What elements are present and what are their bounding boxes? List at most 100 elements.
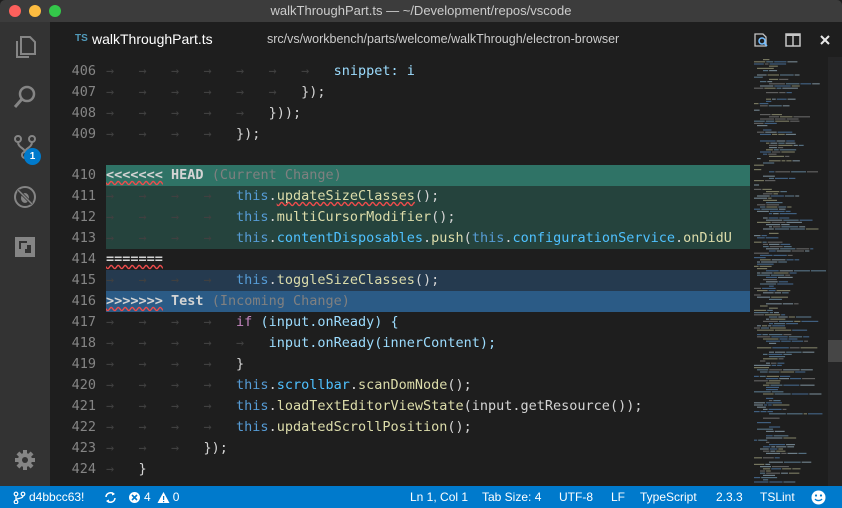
minimap-token bbox=[781, 151, 795, 153]
code-line[interactable]: 420 → → → → this.scrollbar.scanDomNode(); bbox=[50, 375, 750, 396]
code-line[interactable]: 407 → → → → → → }); bbox=[50, 82, 750, 103]
end-of-line[interactable]: LF bbox=[611, 486, 625, 508]
line-content: → → → → this.updatedScrollPosition(); bbox=[106, 417, 472, 438]
code-line[interactable]: 408 → → → → → })); bbox=[50, 103, 750, 124]
code-line[interactable]: 414 ======= bbox=[50, 249, 750, 270]
code-line[interactable]: 410 <<<<<<< HEAD (Current Change) bbox=[50, 165, 750, 186]
minimap-token bbox=[760, 254, 773, 256]
tab-file-name[interactable]: walkThroughPart.ts bbox=[92, 31, 213, 47]
property: configurationService bbox=[512, 230, 676, 246]
split-editor-button[interactable] bbox=[784, 31, 802, 49]
line-number: 411 bbox=[71, 188, 96, 204]
minimap-token bbox=[778, 281, 788, 283]
minimap-token bbox=[760, 466, 771, 468]
token: . bbox=[675, 230, 684, 246]
minimap-token bbox=[769, 323, 774, 325]
open-changes-button[interactable] bbox=[752, 31, 770, 49]
minimap-token bbox=[769, 250, 776, 252]
minimap-token bbox=[765, 237, 779, 239]
code-line[interactable]: 418 → → → → → input.onReady(innerContent)… bbox=[50, 333, 750, 354]
minimap-token bbox=[783, 437, 797, 439]
code-line[interactable]: 413 → → → → this.contentDisposables.push(… bbox=[50, 228, 750, 249]
minimap-token bbox=[787, 61, 798, 63]
minimap-token bbox=[769, 232, 779, 234]
typescript-version[interactable]: 2.3.3 bbox=[716, 486, 743, 508]
minimap-token bbox=[770, 327, 786, 329]
git-branch-status[interactable]: d4bbcc63! bbox=[13, 486, 84, 508]
code-line[interactable]: 412 → → → → this.multiCursorModifier(); bbox=[50, 207, 750, 228]
split-editor-icon bbox=[785, 33, 801, 47]
minimap-token bbox=[763, 246, 769, 248]
minimap-token bbox=[754, 63, 764, 65]
vertical-scrollbar[interactable] bbox=[828, 57, 842, 486]
no-bug-icon bbox=[14, 186, 36, 208]
code-line[interactable]: 423 → → → }); bbox=[50, 438, 750, 459]
code-line[interactable]: 417 → → → → if (input.onReady) { bbox=[50, 312, 750, 333]
minimap-token bbox=[763, 292, 774, 294]
sync-button[interactable] bbox=[104, 486, 120, 508]
minimap-token bbox=[764, 63, 769, 65]
minimap-token bbox=[761, 261, 778, 263]
line-number: 406 bbox=[71, 63, 96, 79]
problems-status[interactable]: 4 0 bbox=[128, 486, 179, 508]
minimap-token bbox=[767, 411, 773, 413]
minimap-token bbox=[766, 98, 772, 100]
minimap-token bbox=[809, 393, 822, 395]
close-editor-button[interactable] bbox=[816, 31, 834, 49]
minimap-token bbox=[778, 316, 788, 318]
line-content: → } bbox=[106, 459, 147, 480]
language-mode[interactable]: TypeScript bbox=[640, 486, 697, 508]
minimap-token bbox=[760, 472, 766, 474]
activity-extensions[interactable] bbox=[0, 222, 50, 272]
code-line[interactable]: 419 → → → → } bbox=[50, 354, 750, 375]
minimap-token bbox=[787, 452, 798, 454]
line-content: >>>>>>> Test (Incoming Change) bbox=[106, 291, 350, 312]
minimap-token bbox=[796, 248, 810, 250]
minimap-token bbox=[757, 329, 774, 331]
tab-file-path: src/vs/workbench/parts/welcome/walkThrou… bbox=[267, 32, 620, 46]
code-line[interactable]: 409 → → → → }); bbox=[50, 124, 750, 145]
line-number: 420 bbox=[71, 377, 96, 393]
code-line[interactable]: 421 → → → → this.loadTextEditorViewState(… bbox=[50, 396, 750, 417]
minimap-token bbox=[757, 210, 769, 212]
scrollbar-thumb[interactable] bbox=[828, 340, 842, 362]
minimap-token bbox=[790, 378, 802, 380]
minimap-token bbox=[766, 92, 779, 94]
activity-manage[interactable] bbox=[0, 435, 50, 485]
minimap-token bbox=[776, 87, 782, 89]
minimap-token bbox=[777, 364, 782, 366]
minimap-token bbox=[777, 283, 794, 285]
encoding[interactable]: UTF-8 bbox=[559, 486, 593, 508]
code-line[interactable]: 424 → } bbox=[50, 459, 750, 480]
activity-source-control[interactable]: 1 bbox=[0, 122, 50, 172]
minimap-token bbox=[773, 213, 779, 215]
activity-search[interactable] bbox=[0, 72, 50, 122]
code-editor[interactable]: Accept Current Change | Accept Incoming … bbox=[50, 57, 750, 486]
token: . bbox=[268, 398, 277, 414]
activity-explorer[interactable] bbox=[0, 22, 50, 72]
minimap-token bbox=[766, 430, 774, 432]
feedback-button[interactable] bbox=[811, 486, 829, 508]
merge-conflict-codelens: Accept Current Change | Accept Incoming … bbox=[106, 147, 666, 183]
cursor-position[interactable]: Ln 1, Col 1 bbox=[410, 486, 468, 508]
activity-debug[interactable] bbox=[0, 172, 50, 222]
line-content: → → → → → → }); bbox=[106, 82, 325, 103]
code-line[interactable]: 422 → → → → this.updatedScrollPosition(); bbox=[50, 417, 750, 438]
minimap-token bbox=[786, 323, 799, 325]
minimap-token bbox=[771, 446, 776, 448]
minimap-token bbox=[766, 375, 779, 377]
minimap-token bbox=[754, 241, 762, 243]
code-line[interactable]: 406 → → → → → → → snippet: i bbox=[50, 61, 750, 82]
search-icon bbox=[13, 85, 36, 108]
minimap-token bbox=[785, 133, 796, 135]
line-number: 407 bbox=[71, 84, 96, 100]
minimap-token bbox=[774, 457, 780, 459]
minimap-token bbox=[779, 208, 786, 210]
tab-size[interactable]: Tab Size: 4 bbox=[482, 486, 541, 508]
code-line[interactable]: 415 → → → → this.toggleSizeClasses(); bbox=[50, 270, 750, 291]
method-call: push bbox=[431, 230, 464, 246]
code-line[interactable]: 411 → → → → this.updateSizeClasses(); bbox=[50, 186, 750, 207]
tslint-status[interactable]: TSLint bbox=[760, 486, 795, 508]
minimap-token bbox=[754, 76, 763, 78]
code-line[interactable]: 416 >>>>>>> Test (Incoming Change) bbox=[50, 291, 750, 312]
